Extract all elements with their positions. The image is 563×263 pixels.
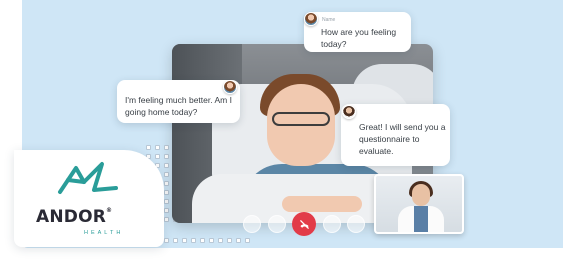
chat-message: Great! I will send you a questionnaire t… — [359, 122, 446, 156]
doctor-video-thumbnail[interactable] — [374, 174, 464, 234]
andor-logo-icon — [58, 162, 118, 194]
chat-message: How are you feeling today? — [321, 27, 397, 49]
logo-subtitle: HEALTH — [84, 230, 124, 236]
more-icon[interactable] — [347, 215, 365, 233]
chat-bubble-doctor: Great! I will send you a questionnaire t… — [341, 104, 450, 166]
doctor-avatar — [342, 105, 356, 119]
chat-sender-name: Name — [322, 17, 336, 23]
chat-bubble-question: Name How are you feeling today? — [304, 12, 411, 52]
end-call-icon — [299, 219, 309, 229]
chat-bubble-reply: I'm feeling much better. Am I going home… — [117, 80, 240, 123]
mic-icon[interactable] — [243, 215, 261, 233]
patient-avatar — [223, 80, 237, 94]
patient-avatar — [304, 12, 318, 26]
doctor-face — [412, 184, 430, 206]
patient-hands — [282, 196, 362, 212]
screen-share-icon[interactable] — [322, 215, 341, 233]
andor-health-logo-card: ANDOR® HEALTH — [14, 150, 164, 247]
doctor-scrubs — [414, 206, 428, 232]
chat-message: I'm feeling much better. Am I going home… — [125, 95, 232, 117]
end-call-button[interactable] — [292, 212, 316, 236]
call-controls — [243, 212, 365, 236]
registered-mark: ® — [106, 207, 113, 214]
logo-wordmark: ANDOR® — [36, 207, 112, 227]
marketing-hero: Name How are you feeling today? I'm feel… — [0, 0, 563, 263]
camera-icon[interactable] — [267, 215, 286, 233]
logo-name-text: ANDOR — [36, 207, 107, 227]
glasses — [272, 112, 330, 126]
